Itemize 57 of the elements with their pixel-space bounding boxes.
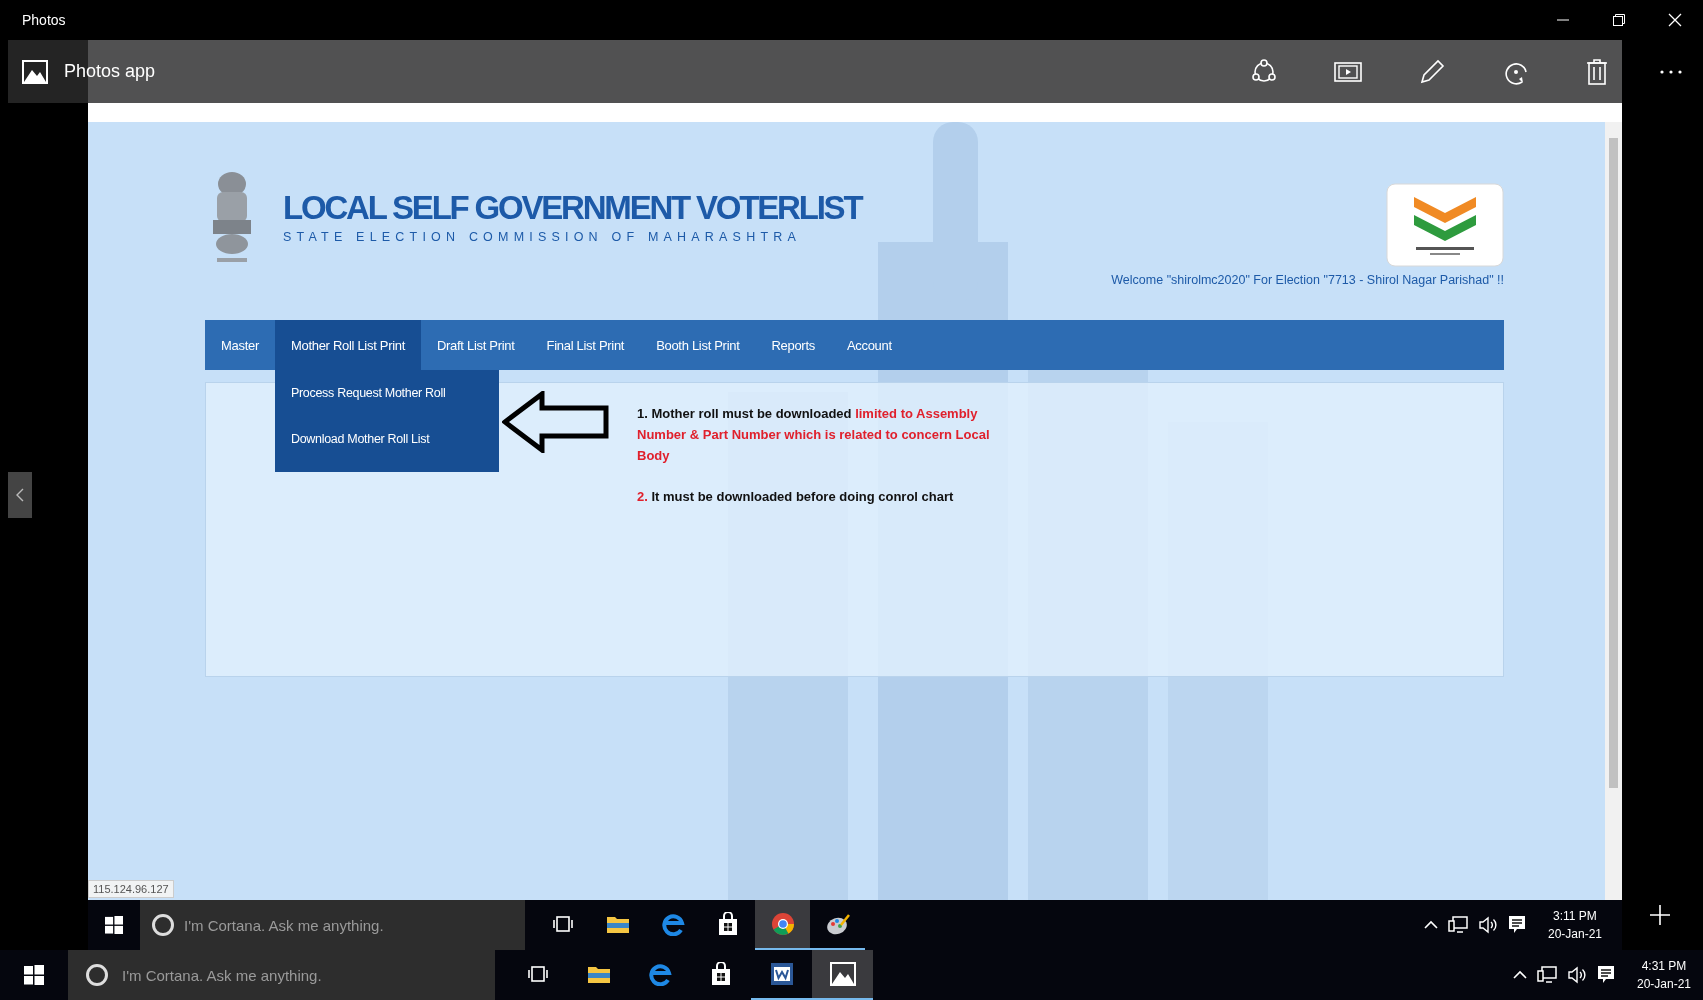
trash-icon[interactable] (1586, 57, 1608, 86)
photo-icon (22, 59, 48, 84)
taskbar-app-button[interactable] (755, 900, 810, 950)
task-view-icon (552, 915, 573, 933)
taskbar-clock[interactable]: 4:31 PM 20-Jan-21 (1636, 957, 1691, 993)
restore-icon (1613, 14, 1625, 26)
store-bag-icon (709, 962, 732, 986)
chevron-up-icon[interactable] (1512, 970, 1527, 980)
windows-start-icon[interactable] (24, 965, 44, 985)
cortana-search-field[interactable]: I'm Cortana. Ask me anything. (140, 900, 525, 950)
nav-menu-item[interactable]: Booth List Print (640, 320, 756, 370)
photos-app-title: Photos app (64, 61, 156, 82)
task-view-icon (527, 965, 548, 983)
cortana-search-field[interactable]: I'm Cortana. Ask me anything. (68, 950, 495, 1000)
notification-icon[interactable] (1507, 915, 1526, 935)
plus-icon[interactable] (1650, 905, 1670, 925)
palette-icon (824, 913, 851, 935)
welcome-message: Welcome "shirolmc2020" For Election "7713 - Shirol Nagar Parishad" !! (1111, 273, 1504, 287)
slideshow-icon[interactable] (1334, 60, 1362, 83)
nav-menu-item[interactable]: Draft List Print (421, 320, 531, 370)
network-monitor-icon[interactable] (1536, 966, 1557, 984)
mountain-photo-icon (829, 962, 856, 986)
close-icon (1668, 13, 1682, 27)
edge-e-icon (660, 912, 685, 936)
instruction-text: 1. Mother roll must be downloaded limited to Assembly Number & Part Number which is related to concern Local Body (637, 405, 991, 465)
site-subtitle: STATE ELECTION COMMISSION OF MAHARASHTRA (283, 230, 802, 244)
window-title: Photos (22, 12, 66, 28)
pencil-icon[interactable] (1418, 57, 1446, 86)
status-url: 115.124.96.127 (88, 880, 174, 898)
nav-menu-item[interactable]: Mother Roll List Print (274, 320, 421, 370)
nav-menu-item[interactable]: Master (205, 320, 275, 370)
chevron-left-icon (16, 488, 24, 502)
scrollbar[interactable] (1605, 122, 1622, 900)
windows-start-icon[interactable] (105, 916, 123, 934)
notification-icon[interactable] (1596, 965, 1615, 985)
chrome-icon (770, 912, 795, 936)
site-title: LOCAL SELF GOVERNMENT VOTERLIST (283, 188, 862, 228)
instruction-text: 2. It must be downloaded before doing conrol chart (637, 488, 955, 506)
nav-menu-item[interactable]: Reports (755, 320, 831, 370)
word-document-icon (769, 962, 794, 986)
left-arrow-icon (502, 391, 610, 453)
folder-icon (605, 914, 630, 934)
taskbar-clock[interactable]: 3:11 PM 20-Jan-21 (1547, 907, 1602, 943)
network-monitor-icon[interactable] (1447, 916, 1468, 934)
more-options-icon[interactable] (1660, 70, 1682, 74)
dropdown-menu-item[interactable]: Download Mother Roll List (274, 416, 499, 462)
edge-e-icon (647, 962, 672, 986)
nav-menu-item[interactable]: Account (830, 320, 908, 370)
taskbar-app-button[interactable] (812, 950, 873, 1000)
speaker-icon[interactable] (1477, 916, 1498, 934)
nav-menu-item[interactable]: Final List Print (530, 320, 641, 370)
chevron-logo-icon (1386, 183, 1504, 267)
dropdown-menu-item[interactable]: Process Request Mother Roll (274, 370, 499, 416)
store-bag-icon (716, 912, 739, 936)
folder-icon (586, 964, 611, 984)
chevron-up-icon[interactable] (1423, 920, 1438, 930)
speaker-icon[interactable] (1566, 966, 1587, 984)
